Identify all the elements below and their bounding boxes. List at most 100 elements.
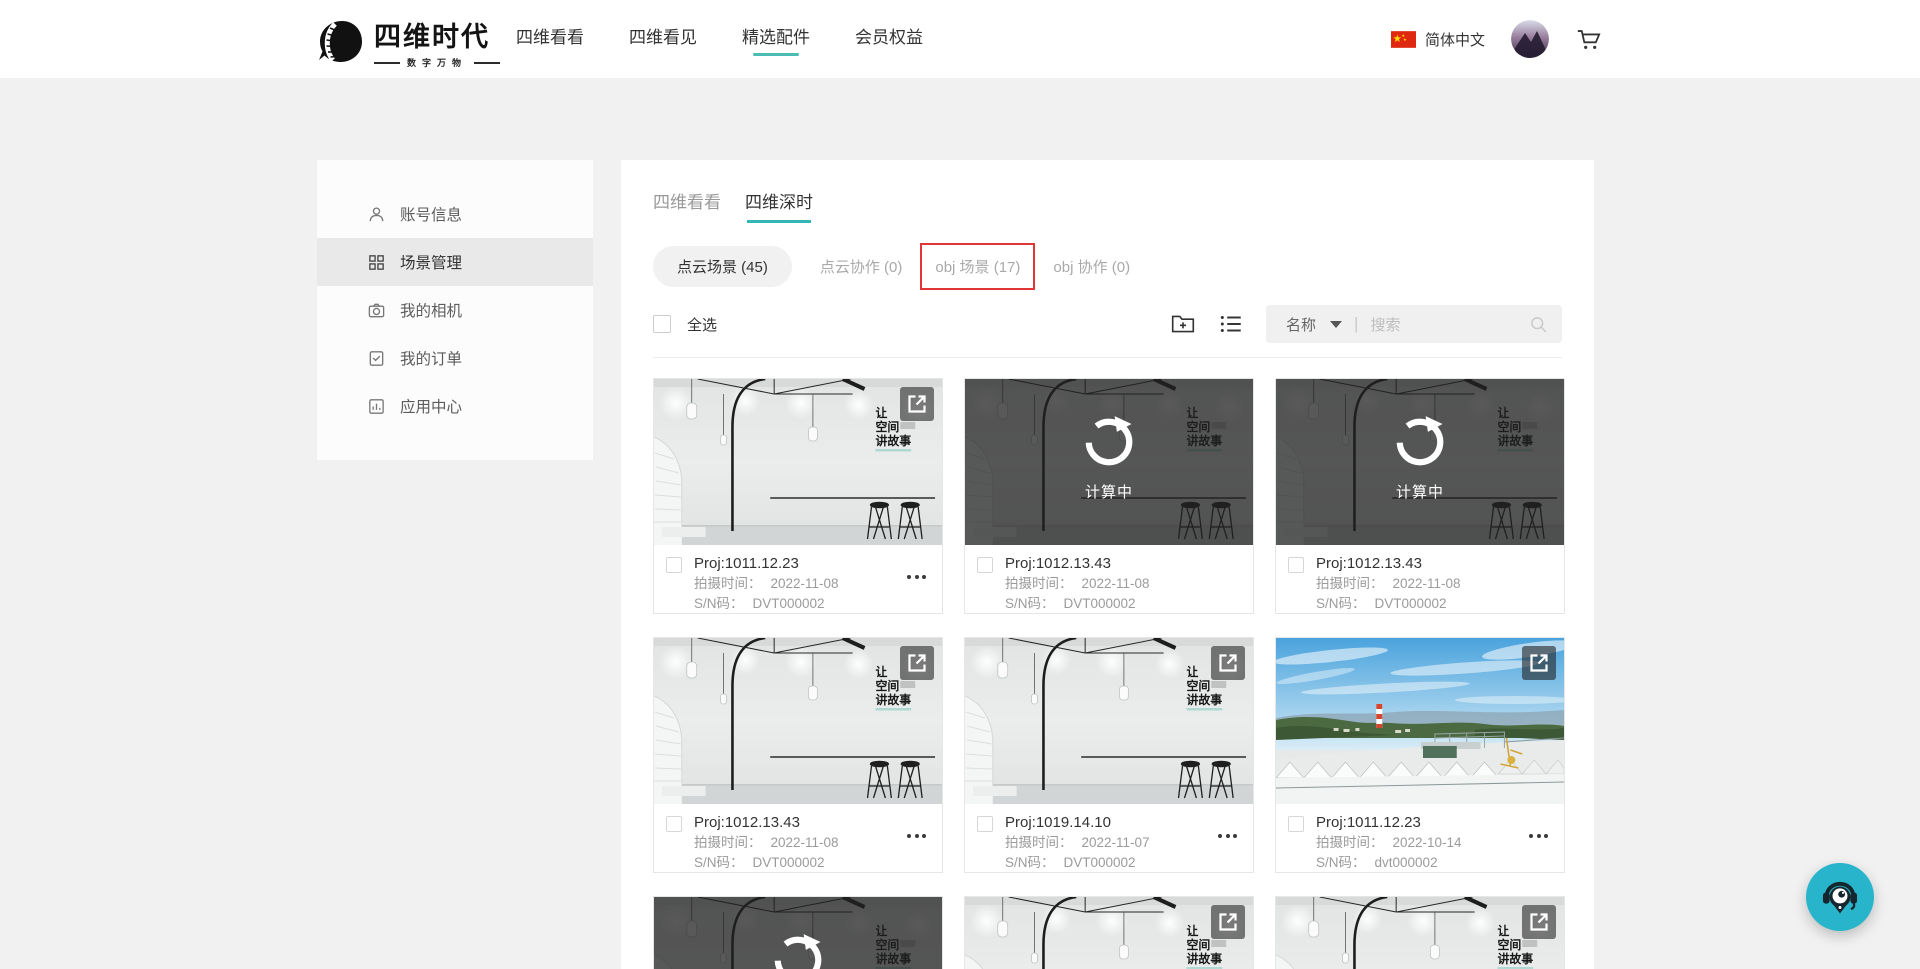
scene-card-grid: Proj:1011.12.23 拍摄时间：2022-11-08 S/N码：DVT… (653, 378, 1562, 969)
scene-thumbnail[interactable] (1276, 638, 1564, 804)
shoot-date: 拍摄时间：2022-11-08 (694, 574, 930, 594)
card-checkbox[interactable] (1288, 816, 1304, 832)
serial-number: S/N码：DVT000002 (694, 594, 930, 614)
search-bar[interactable]: 名称 | 搜索 (1266, 305, 1562, 343)
sidebar-item-account-info[interactable]: 账号信息 (317, 190, 593, 238)
serial-number: S/N码：DVT000002 (694, 853, 930, 873)
avatar[interactable] (1511, 20, 1549, 58)
shoot-date: 拍摄时间：2022-11-08 (1316, 574, 1552, 594)
card-checkbox[interactable] (977, 816, 993, 832)
search-icon[interactable] (1529, 315, 1548, 334)
card-checkbox[interactable] (666, 816, 682, 832)
open-scene-button[interactable] (1522, 646, 1556, 680)
project-title: Proj:1012.13.43 (1316, 553, 1552, 574)
shoot-date: 拍摄时间：2022-11-08 (694, 833, 930, 853)
camera-icon (367, 301, 386, 320)
computing-overlay: 计算中 (654, 897, 942, 969)
filter-pointcloud-scenes[interactable]: 点云场景 (45) (653, 246, 792, 287)
scene-type-filters: 点云场景 (45) 点云协作 (0) obj 场景 (17) obj 协作 (0… (653, 243, 1562, 289)
scene-thumbnail[interactable]: 计算中 (965, 379, 1253, 545)
expand-icon (1211, 905, 1245, 939)
sidebar-item-scene-management[interactable]: 场景管理 (317, 238, 593, 286)
scene-thumbnail[interactable]: 计算中 (654, 897, 942, 969)
card-menu-button[interactable] (907, 575, 926, 579)
language-switcher[interactable]: ★ ★ ★ 简体中文 (1391, 29, 1485, 50)
language-label: 简体中文 (1425, 29, 1485, 50)
scene-thumbnail[interactable] (654, 379, 942, 545)
account-sidebar: 账号信息 场景管理 我的相机 我的订单 应用中心 (317, 160, 593, 460)
filter-pointcloud-collab[interactable]: 点云协作 (0) (820, 256, 903, 277)
brand-tagline: 数字万物 (374, 56, 500, 69)
open-scene-button[interactable] (1211, 905, 1245, 939)
studio-scene-image (965, 638, 1253, 804)
nav-item-kanjian[interactable]: 四维看见 (629, 23, 697, 56)
search-input[interactable]: 搜索 (1370, 314, 1519, 335)
scene-card: 计算中 Proj:1012.13.43 拍摄时间：2022-11-08 S/N码… (1275, 378, 1565, 614)
card-checkbox[interactable] (666, 557, 682, 573)
computing-label: 计算中 (1396, 481, 1444, 502)
serial-number: S/N码：DVT000002 (1005, 853, 1241, 873)
scene-thumbnail[interactable] (654, 638, 942, 804)
serial-number: S/N码：DVT000002 (1316, 594, 1552, 614)
expand-icon (900, 387, 934, 421)
studio-scene-image (1276, 897, 1564, 969)
filter-obj-collab[interactable]: obj 协作 (0) (1053, 256, 1130, 277)
loading-spinner-icon (1393, 415, 1447, 469)
top-navbar: 四维时代 数字万物 四维看看 四维看见 精选配件 会员权益 ★ ★ ★ 简体中文 (0, 0, 1920, 78)
studio-scene-image (654, 379, 942, 545)
nav-item-accessories[interactable]: 精选配件 (742, 23, 810, 56)
select-all-label: 全选 (687, 314, 717, 335)
robot-mascot-icon (1818, 875, 1862, 919)
chat-support-button[interactable] (1806, 863, 1874, 931)
scene-thumbnail[interactable]: 计算中 (1276, 379, 1564, 545)
chevron-down-icon[interactable] (1330, 321, 1342, 328)
scene-thumbnail[interactable] (965, 897, 1253, 969)
avatar-image (1511, 20, 1549, 58)
open-scene-button[interactable] (900, 646, 934, 680)
scene-thumbnail[interactable] (965, 638, 1253, 804)
list-view-icon[interactable] (1218, 311, 1244, 337)
apps-icon (367, 397, 386, 416)
expand-icon (1211, 646, 1245, 680)
brand-logo[interactable]: 四维时代 数字万物 (318, 15, 500, 69)
open-scene-button[interactable] (1211, 646, 1245, 680)
tab-siwei-kankan[interactable]: 四维看看 (653, 188, 721, 223)
scene-thumbnail[interactable] (1276, 897, 1564, 969)
sidebar-item-my-camera[interactable]: 我的相机 (317, 286, 593, 334)
outdoor-scene-image (1276, 638, 1564, 804)
sidebar-item-app-center[interactable]: 应用中心 (317, 382, 593, 430)
card-checkbox[interactable] (977, 557, 993, 573)
project-title: Proj:1019.14.10 (1005, 812, 1241, 833)
shoot-date: 拍摄时间：2022-11-08 (1005, 574, 1241, 594)
shoot-date: 拍摄时间：2022-10-14 (1316, 833, 1552, 853)
studio-scene-image (654, 638, 942, 804)
card-checkbox[interactable] (1288, 557, 1304, 573)
nav-item-kankan[interactable]: 四维看看 (516, 23, 584, 56)
product-tabs: 四维看看 四维深时 (653, 188, 1562, 223)
select-all-checkbox[interactable] (653, 315, 671, 333)
shoot-date: 拍摄时间：2022-11-07 (1005, 833, 1241, 853)
tab-siwei-shenshi[interactable]: 四维深时 (745, 188, 813, 223)
project-title: Proj:1011.12.23 (1316, 812, 1552, 833)
expand-icon (900, 646, 934, 680)
computing-overlay: 计算中 (1276, 379, 1564, 545)
scene-card: Proj:1019.14.10 拍摄时间：2022-11-07 S/N码：DVT… (964, 637, 1254, 873)
filter-obj-scenes[interactable]: obj 场景 (17) (920, 243, 1035, 290)
user-icon (367, 205, 386, 224)
card-menu-button[interactable] (1218, 834, 1237, 838)
scene-card: Proj:1011.12.23 拍摄时间：2022-10-14 S/N码：dvt… (1275, 637, 1565, 873)
sort-field-selector[interactable]: 名称 (1286, 314, 1316, 335)
card-menu-button[interactable] (1529, 834, 1548, 838)
new-folder-icon[interactable] (1170, 311, 1196, 337)
card-menu-button[interactable] (907, 834, 926, 838)
navbar-right: ★ ★ ★ 简体中文 (1391, 0, 1602, 78)
open-scene-button[interactable] (900, 387, 934, 421)
open-scene-button[interactable] (1522, 905, 1556, 939)
sidebar-item-my-orders[interactable]: 我的订单 (317, 334, 593, 382)
project-title: Proj:1012.13.43 (1005, 553, 1241, 574)
china-flag-icon: ★ ★ ★ (1391, 31, 1416, 48)
cart-icon[interactable] (1575, 26, 1602, 53)
serial-number: S/N码：DVT000002 (1005, 594, 1241, 614)
nav-item-membership[interactable]: 会员权益 (855, 23, 923, 56)
expand-icon (1522, 646, 1556, 680)
